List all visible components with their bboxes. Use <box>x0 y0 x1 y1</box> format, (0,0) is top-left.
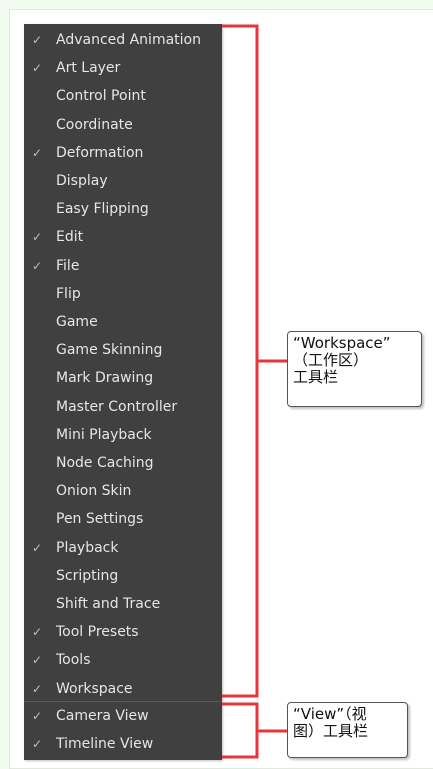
view-bracket <box>222 702 259 759</box>
callout-line: 工具栏 <box>293 368 339 386</box>
workspace-toolbars-callout: “Workspace” （工作区） 工具栏 <box>287 331 422 407</box>
workspace-bracket <box>222 24 259 698</box>
callout-line: “Workspace” <box>293 334 391 352</box>
view-toolbars-callout: “View”（视 图）工具栏 <box>287 702 408 758</box>
callout-line: 图）工具栏 <box>293 722 369 740</box>
callout-line: （工作区） <box>293 351 369 369</box>
callout-line: “View”（视 <box>293 705 367 723</box>
